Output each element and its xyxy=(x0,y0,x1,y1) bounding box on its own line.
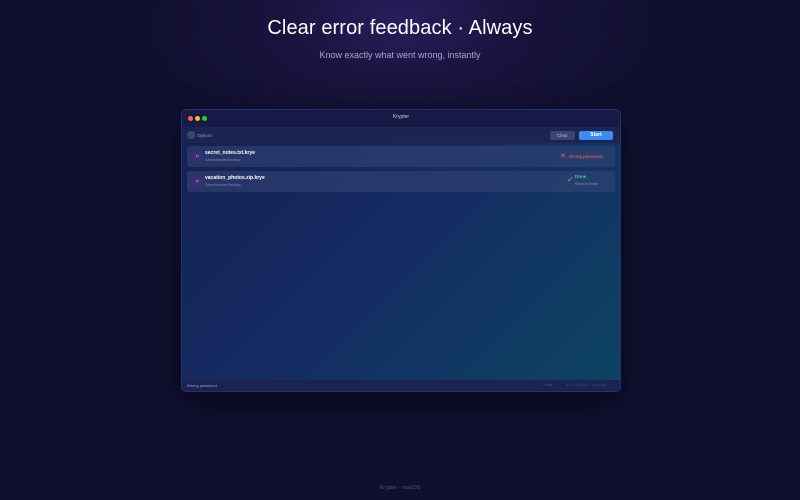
check-icon: ✓ xyxy=(567,175,574,184)
show-in-finder-link[interactable]: Show in Finder xyxy=(575,182,598,186)
options-label: Options xyxy=(197,132,213,138)
window-title: Krypter xyxy=(392,114,410,120)
encryption-info: AES-256-GCM · Argon2id xyxy=(566,383,607,387)
file-name: vacation_photos.zip.krye xyxy=(205,175,265,181)
file-lock-icon: P xyxy=(192,151,203,162)
status-bar: Wrong password 2 files AES-256-GCM · Arg… xyxy=(182,380,620,391)
toolbar: Options Clear Start xyxy=(182,127,620,143)
footer: Krypter · macOS xyxy=(379,485,421,491)
options-icon xyxy=(187,131,195,139)
file-path: /Users/sender/Desktop xyxy=(205,183,241,187)
options-button[interactable]: Options xyxy=(187,131,213,139)
clear-button[interactable]: Clear xyxy=(550,131,575,140)
hero-title: Clear error feedback · Always xyxy=(267,17,533,39)
title-bar: Krypter xyxy=(182,110,620,127)
file-count: 2 files xyxy=(543,383,553,387)
status-message: Wrong password xyxy=(187,383,217,388)
status-text: Done xyxy=(575,174,587,179)
file-row[interactable]: P vacation_photos.zip.krye /Users/sender… xyxy=(187,171,615,192)
file-row[interactable]: P secret_notes.txt.krye /Users/sender/De… xyxy=(187,146,615,167)
file-lock-icon: P xyxy=(192,176,203,187)
file-name: secret_notes.txt.krye xyxy=(205,150,256,156)
status-text: Wrong password xyxy=(568,154,603,159)
file-path: /Users/sender/Desktop xyxy=(205,158,241,162)
start-button[interactable]: Start xyxy=(579,131,613,140)
x-icon: ✕ xyxy=(560,153,566,160)
app-window: Krypter Options Clear Start P secret_not… xyxy=(181,109,621,392)
file-list: P secret_notes.txt.krye /Users/sender/De… xyxy=(187,146,615,196)
hero-subtitle: Know exactly what went wrong, instantly xyxy=(319,50,481,60)
status-error: ✕ Wrong password xyxy=(560,153,603,160)
